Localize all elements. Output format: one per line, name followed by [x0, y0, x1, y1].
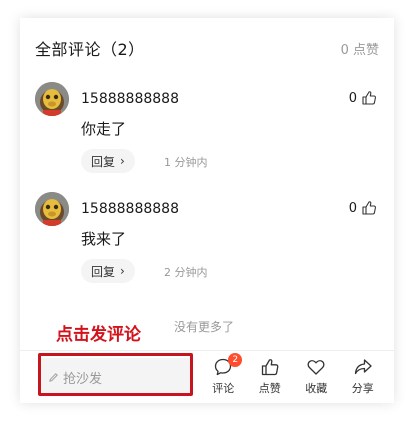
- comment-content: 我来了: [81, 230, 127, 248]
- comments-title: 全部评论（2）: [35, 40, 145, 59]
- reply-label: 回复: [91, 154, 116, 169]
- action-buttons: 2 评论 点赞 收藏 分享: [200, 353, 387, 401]
- thumbs-up-icon: [261, 359, 279, 376]
- thumbs-up-icon: [362, 91, 376, 105]
- comment-like-button[interactable]: 0: [349, 90, 377, 106]
- share-action-button[interactable]: 分享: [340, 355, 387, 401]
- comment-username[interactable]: 15888888888: [81, 201, 179, 217]
- comment-action-button[interactable]: 2 评论: [200, 353, 247, 401]
- comments-header: 全部评论（2） 0 点赞: [35, 36, 379, 60]
- monkey-avatar-icon: [35, 82, 69, 116]
- thumbs-up-icon: [362, 201, 376, 215]
- comment-username[interactable]: 15888888888: [81, 91, 179, 107]
- comment-like-count: 0: [348, 90, 357, 106]
- reply-button[interactable]: 回复 ›: [81, 259, 135, 283]
- reply-label: 回复: [91, 264, 116, 279]
- total-likes: 0 点赞: [340, 42, 379, 58]
- share-icon: [354, 359, 372, 375]
- heart-icon: [307, 360, 325, 375]
- chevron-right-icon: ›: [120, 154, 125, 168]
- annotation-label: 点击发评论: [56, 325, 141, 345]
- favorite-action-label: 收藏: [305, 382, 328, 395]
- chevron-right-icon: ›: [120, 264, 125, 278]
- comment-time: 1 分钟内: [164, 156, 208, 169]
- comment-like-button[interactable]: 0: [349, 200, 377, 216]
- share-action-label: 分享: [351, 382, 374, 395]
- no-more-label: 没有更多了: [174, 320, 235, 334]
- comment-count-badge: 2: [228, 353, 243, 367]
- comment-content: 你走了: [81, 120, 127, 138]
- reply-button[interactable]: 回复 ›: [81, 149, 135, 173]
- like-action-label: 点赞: [258, 382, 281, 395]
- avatar[interactable]: [35, 82, 69, 116]
- comment-action-label: 评论: [212, 382, 235, 395]
- like-action-button[interactable]: 点赞: [247, 355, 294, 401]
- comment-item: 15888888888 0 你走了 回复 › 1 分钟内: [35, 82, 379, 182]
- comment-panel: 全部评论（2） 0 点赞 15888888888 0 你走了 回复 › 1 分钟…: [20, 18, 394, 403]
- comment-time: 2 分钟内: [164, 266, 208, 279]
- comment-like-count: 0: [348, 200, 357, 216]
- annotation-highlight-box: [38, 353, 193, 396]
- comment-item: 15888888888 0 我来了 回复 › 2 分钟内: [35, 192, 379, 292]
- monkey-avatar-icon: [35, 192, 69, 226]
- favorite-action-button[interactable]: 收藏: [293, 355, 340, 401]
- avatar[interactable]: [35, 192, 69, 226]
